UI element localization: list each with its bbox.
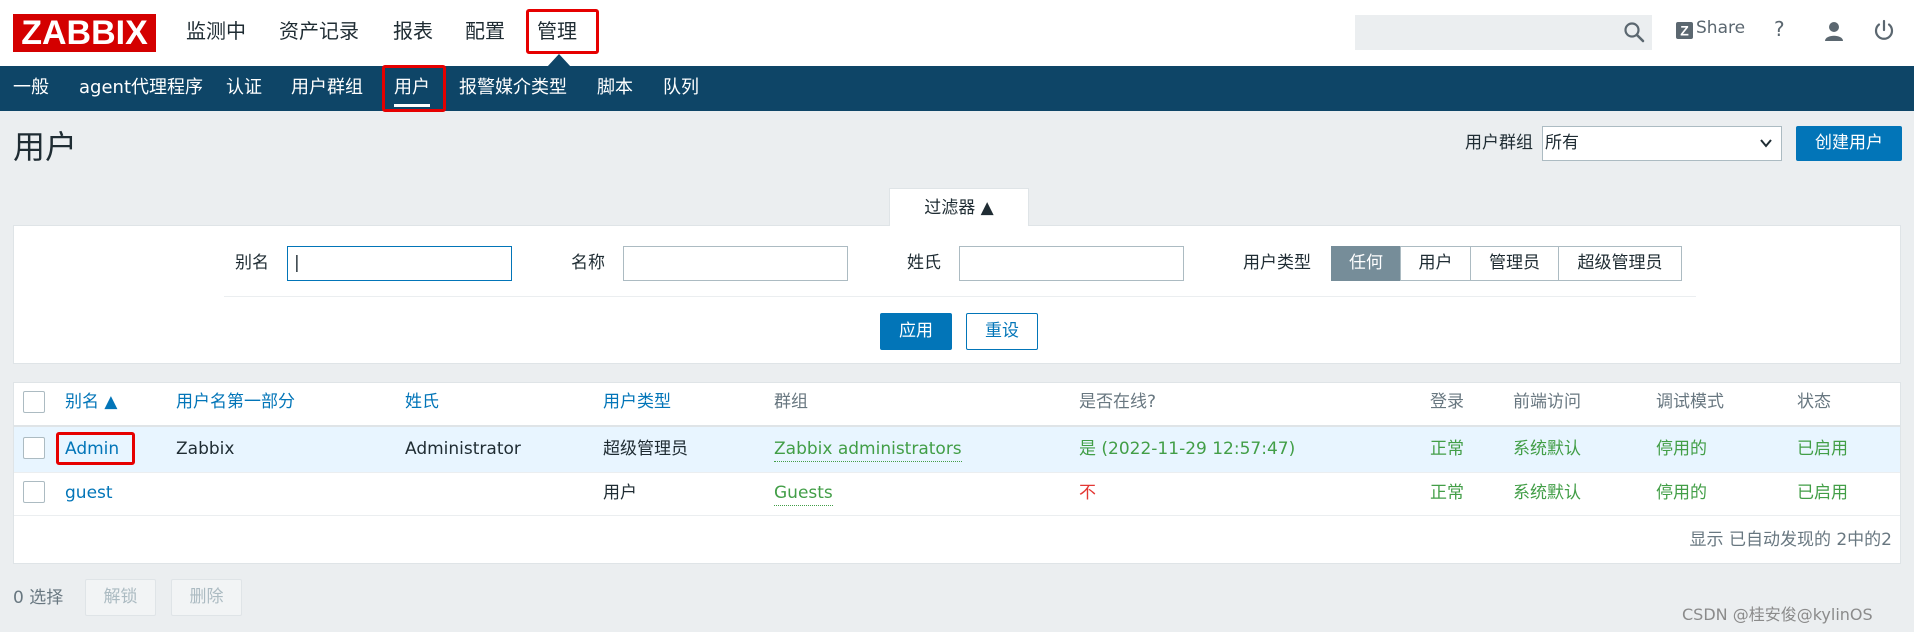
user-frontend-access: 系统默认 <box>1513 483 1581 503</box>
alias-input[interactable]: | <box>287 246 512 281</box>
user-frontend-access: 系统默认 <box>1513 439 1581 459</box>
user-type-option-super-admin[interactable]: 超级管理员 <box>1558 246 1682 281</box>
column-debug-mode: 调试模式 <box>1656 392 1724 412</box>
user-group-link[interactable]: Guests <box>774 481 833 506</box>
user-debug-mode[interactable]: 停用的 <box>1656 437 1707 461</box>
column-status: 状态 <box>1797 392 1831 412</box>
user-group-filter-label: 用户群组 <box>1465 133 1533 153</box>
user-group-select-value: 所有 <box>1545 133 1579 153</box>
page-title: 用户 <box>13 128 78 166</box>
submenu-queue[interactable]: 队列 <box>663 76 699 100</box>
user-alias-link[interactable]: guest <box>65 481 113 505</box>
name-input[interactable] <box>623 246 848 281</box>
column-login: 登录 <box>1430 392 1464 412</box>
column-groups: 群组 <box>774 392 808 412</box>
user-type-label: 用户类型 <box>1243 253 1311 273</box>
column-frontend-access: 前端访问 <box>1513 392 1581 412</box>
filter-divider <box>224 296 1696 297</box>
highlight-box-users <box>382 65 446 112</box>
svg-text:Z: Z <box>1680 23 1689 39</box>
unlock-button[interactable]: 解锁 <box>85 579 156 616</box>
submenu-authentication[interactable]: 认证 <box>226 76 262 100</box>
apply-button[interactable]: 应用 <box>880 313 952 350</box>
menu-inventory[interactable]: 资产记录 <box>279 16 359 46</box>
select-all-checkbox[interactable] <box>23 391 45 413</box>
surname-label: 姓氏 <box>907 253 941 273</box>
column-alias[interactable]: 别名 ▲ <box>65 390 117 414</box>
create-user-button[interactable]: 创建用户 <box>1796 126 1902 161</box>
submenu-proxies[interactable]: agent代理程序 <box>79 76 203 100</box>
sub-navigation <box>0 66 1914 111</box>
user-first-name: Zabbix <box>176 439 235 459</box>
row-checkbox[interactable] <box>23 481 45 503</box>
search-input[interactable] <box>1355 15 1652 50</box>
column-online: 是否在线? <box>1079 392 1157 412</box>
filter-toggle-tab[interactable]: 过滤器 ▲ <box>889 188 1029 226</box>
menu-monitoring[interactable]: 监测中 <box>186 16 246 46</box>
submenu-scripts[interactable]: 脚本 <box>597 76 633 100</box>
user-online-status: 是 (2022-11-29 12:57:47) <box>1079 439 1296 459</box>
row-checkbox[interactable] <box>23 437 45 459</box>
row-divider <box>14 515 1900 516</box>
share-link[interactable]: Share <box>1696 18 1745 38</box>
user-login-status: 正常 <box>1430 483 1464 503</box>
user-type: 用户 <box>603 483 637 503</box>
submenu-user-groups[interactable]: 用户群组 <box>291 76 363 100</box>
column-user-type[interactable]: 用户类型 <box>603 390 671 414</box>
user-type-option-any[interactable]: 任何 <box>1331 246 1401 281</box>
user-type: 超级管理员 <box>603 439 688 459</box>
share-icon[interactable]: Z <box>1676 22 1693 39</box>
power-icon[interactable] <box>1873 19 1895 41</box>
alias-label: 别名 <box>235 253 269 273</box>
search-icon[interactable] <box>1622 20 1646 44</box>
watermark-text: CSDN @桂安俊@kylinOS <box>1682 605 1873 624</box>
delete-button[interactable]: 删除 <box>171 579 242 616</box>
name-label: 名称 <box>571 253 605 273</box>
user-surname: Administrator <box>405 439 521 459</box>
table-footer-count: 显示 已自动发现的 2中的2 <box>1689 530 1892 550</box>
users-table <box>13 382 1901 564</box>
user-status[interactable]: 已启用 <box>1797 481 1848 505</box>
column-surname[interactable]: 姓氏 <box>405 390 439 414</box>
zabbix-logo[interactable]: ZABBIX <box>13 14 156 52</box>
user-type-option-admin[interactable]: 管理员 <box>1470 246 1559 281</box>
user-status[interactable]: 已启用 <box>1797 437 1848 461</box>
help-icon[interactable]: ? <box>1774 17 1785 41</box>
menu-configuration[interactable]: 配置 <box>465 16 505 46</box>
menu-reports[interactable]: 报表 <box>393 16 433 46</box>
selected-count: 0 选择 <box>13 588 64 608</box>
user-login-status: 正常 <box>1430 439 1464 459</box>
highlight-box-admin <box>56 432 135 465</box>
submenu-media-types[interactable]: 报警媒介类型 <box>459 76 567 100</box>
chevron-down-icon <box>1760 139 1772 148</box>
submenu-general[interactable]: 一般 <box>13 76 49 100</box>
user-group-link[interactable]: Zabbix administrators <box>774 437 962 462</box>
user-group-select[interactable]: 所有 <box>1542 126 1782 161</box>
highlight-box-administration <box>526 9 599 54</box>
user-online-status: 不 <box>1079 483 1096 503</box>
reset-button[interactable]: 重设 <box>966 313 1038 350</box>
row-divider <box>14 472 1900 473</box>
surname-input[interactable] <box>959 246 1184 281</box>
user-type-option-user[interactable]: 用户 <box>1400 246 1471 281</box>
user-profile-icon[interactable] <box>1823 20 1845 42</box>
user-debug-mode[interactable]: 停用的 <box>1656 481 1707 505</box>
column-first-name[interactable]: 用户名第一部分 <box>176 390 295 414</box>
